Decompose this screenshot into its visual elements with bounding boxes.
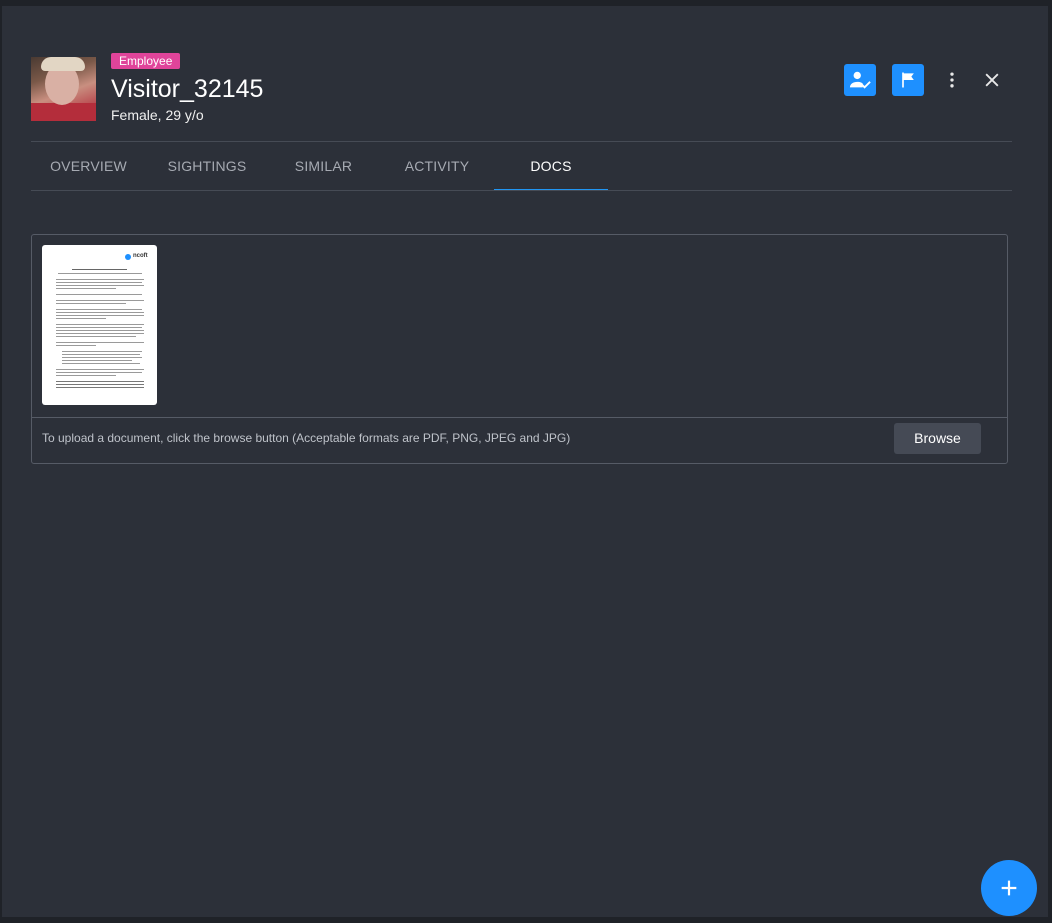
- close-button[interactable]: [976, 64, 1008, 96]
- person-check-icon: [849, 71, 871, 89]
- flag-button[interactable]: [892, 64, 924, 96]
- upload-instructions: To upload a document, click the browse b…: [42, 431, 571, 445]
- profile-panel: Employee Visitor_32145 Female, 29 y/o OV…: [2, 6, 1048, 917]
- flag-icon: [902, 72, 914, 88]
- tab-activity[interactable]: ACTIVITY: [385, 142, 489, 190]
- document-logo-icon: [125, 254, 131, 260]
- browse-button[interactable]: Browse: [894, 423, 981, 454]
- documents-list: ncoft: [32, 235, 1007, 418]
- tab-similar[interactable]: SIMILAR: [276, 142, 371, 190]
- documents-section: ncoft To upload a document, click the br…: [31, 234, 1008, 464]
- more-vertical-icon: [950, 72, 954, 88]
- verify-person-button[interactable]: [844, 64, 876, 96]
- plus-icon: [1001, 880, 1017, 896]
- tabs-divider: [31, 190, 1012, 191]
- page-title: Visitor_32145: [111, 75, 264, 103]
- tab-docs[interactable]: DOCS: [494, 142, 608, 191]
- role-badge: Employee: [111, 53, 181, 69]
- close-icon: [985, 73, 999, 87]
- more-button[interactable]: [936, 64, 968, 96]
- person-subtitle: Female, 29 y/o: [111, 107, 204, 123]
- document-logo-text: ncoft: [133, 253, 148, 259]
- tab-bar: OVERVIEW SIGHTINGS SIMILAR ACTIVITY DOCS: [31, 142, 1012, 191]
- avatar: [31, 57, 96, 121]
- tab-overview[interactable]: OVERVIEW: [31, 142, 146, 190]
- tab-sightings[interactable]: SIGHTINGS: [152, 142, 262, 190]
- document-thumbnail[interactable]: ncoft: [42, 245, 157, 405]
- add-document-button[interactable]: [981, 860, 1037, 916]
